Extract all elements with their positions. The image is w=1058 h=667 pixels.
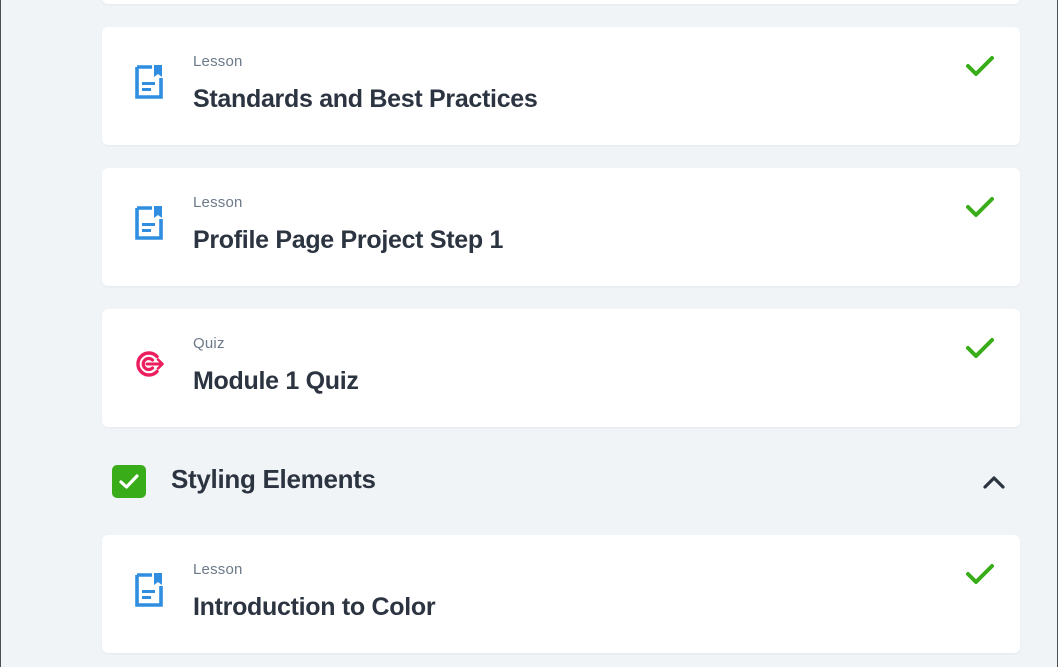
checkmark-icon: [966, 197, 994, 217]
checkmark-icon: [966, 564, 994, 584]
section-header-styling-elements[interactable]: Styling Elements: [102, 452, 1020, 510]
item-title[interactable]: Profile Page Project Step 1: [193, 226, 503, 255]
checkbox-check-icon: [119, 474, 139, 489]
target-icon: [136, 351, 164, 377]
item-title[interactable]: Standards and Best Practices: [193, 85, 538, 114]
item-title[interactable]: Introduction to Color: [193, 593, 436, 622]
left-border: [0, 0, 1, 667]
item-type-label: Quiz: [193, 335, 225, 352]
lesson-document-icon: [135, 206, 163, 240]
item-type-label: Lesson: [193, 53, 243, 70]
previous-item-card: [102, 0, 1020, 4]
item-title[interactable]: Module 1 Quiz: [193, 367, 359, 396]
chevron-up-icon[interactable]: [978, 466, 1010, 498]
item-type-label: Lesson: [193, 561, 243, 578]
lesson-card[interactable]: Lesson Standards and Best Practices: [102, 27, 1020, 145]
lesson-card[interactable]: Lesson Introduction to Color: [102, 535, 1020, 653]
checkmark-icon: [966, 56, 994, 76]
checkmark-icon: [966, 338, 994, 358]
lesson-document-icon: [135, 573, 163, 607]
quiz-card[interactable]: Quiz Module 1 Quiz: [102, 309, 1020, 427]
section-complete-checkbox[interactable]: [112, 465, 146, 498]
lesson-card[interactable]: Lesson Profile Page Project Step 1: [102, 168, 1020, 286]
section-title: Styling Elements: [171, 464, 376, 494]
item-type-label: Lesson: [193, 194, 243, 211]
lesson-document-icon: [135, 65, 163, 99]
